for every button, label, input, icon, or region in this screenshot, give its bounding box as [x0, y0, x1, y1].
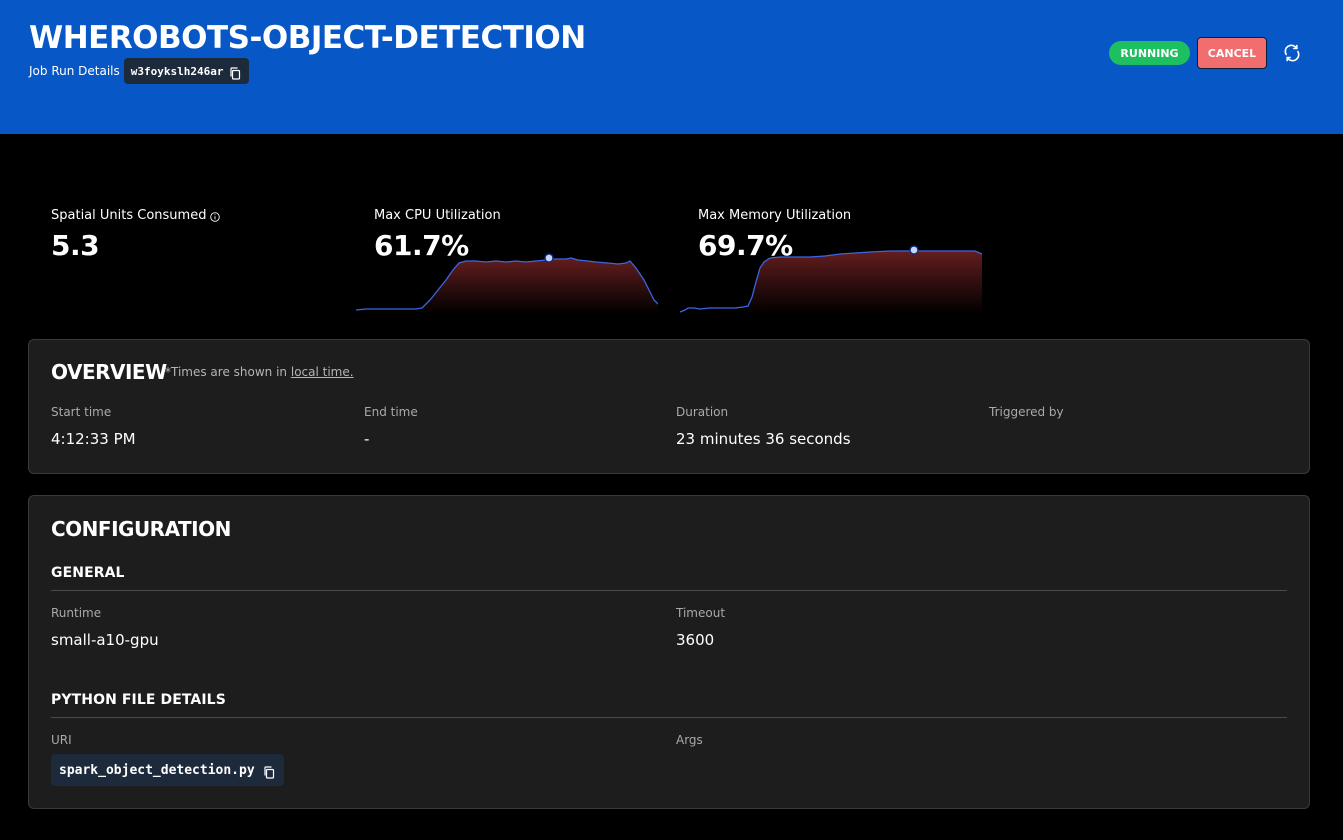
start-time-label: Start time [51, 405, 112, 419]
spatial-units-label: Spatial Units Consumed [51, 208, 207, 223]
spatial-units-metric: Spatial Units Consumed 5.3 [51, 208, 221, 262]
run-id-chip: w3foykslh246ar [123, 58, 250, 84]
overview-card: OVERVIEW *Times are shown in local time.… [28, 339, 1310, 474]
local-time-link[interactable]: local time. [291, 365, 354, 379]
copy-uri-icon[interactable] [263, 764, 275, 779]
python-section-title: PYTHON FILE DETAILS [51, 692, 226, 708]
copy-icon[interactable] [229, 65, 241, 80]
memory-peak-marker [909, 245, 919, 255]
uri-label: URI [51, 733, 72, 747]
runtime-label: Runtime [51, 606, 102, 620]
timezone-note: *Times are shown in local time. [165, 365, 354, 379]
cpu-peak-marker [544, 253, 554, 263]
job-subtitle-row: Job Run Details w3foykslh246ar [29, 58, 250, 84]
uri-value: spark_object_detection.py [59, 762, 255, 778]
duration-label: Duration [676, 405, 729, 419]
job-run-details-label: Job Run Details [29, 64, 120, 78]
runtime-value: small-a10-gpu [51, 631, 159, 649]
python-divider [51, 717, 1287, 718]
general-divider [51, 590, 1287, 591]
general-section-title: GENERAL [51, 565, 125, 581]
spatial-units-value: 5.3 [51, 229, 100, 262]
uri-chip: spark_object_detection.py [51, 754, 284, 786]
configuration-title: CONFIGURATION [51, 517, 231, 541]
info-icon[interactable] [210, 211, 221, 222]
cpu-label: Max CPU Utilization [374, 208, 501, 223]
status-badge: RUNNING [1109, 41, 1190, 65]
run-id: w3foykslh246ar [130, 64, 224, 78]
args-label: Args [676, 733, 703, 747]
memory-sparkline [680, 245, 982, 314]
memory-label: Max Memory Utilization [698, 208, 852, 223]
configuration-card: CONFIGURATION GENERAL Runtime small-a10-… [28, 495, 1310, 809]
start-time-value: 4:12:33 PM [51, 430, 136, 448]
timeout-value: 3600 [676, 631, 715, 649]
duration-value: 23 minutes 36 seconds [676, 430, 851, 448]
cpu-sparkline [356, 253, 658, 314]
timeout-label: Timeout [676, 606, 726, 620]
cancel-button[interactable]: CANCEL [1197, 37, 1267, 69]
page-title: WHEROBOTS-OBJECT-DETECTION [29, 20, 586, 56]
end-time-value: - [364, 430, 370, 448]
job-header: WHEROBOTS-OBJECT-DETECTION Job Run Detai… [0, 0, 1343, 134]
end-time-label: End time [364, 405, 418, 419]
triggered-by-label: Triggered by [989, 405, 1064, 419]
refresh-icon[interactable] [1281, 42, 1303, 64]
timezone-note-text: *Times are shown in [165, 365, 288, 379]
overview-title: OVERVIEW [51, 360, 167, 384]
